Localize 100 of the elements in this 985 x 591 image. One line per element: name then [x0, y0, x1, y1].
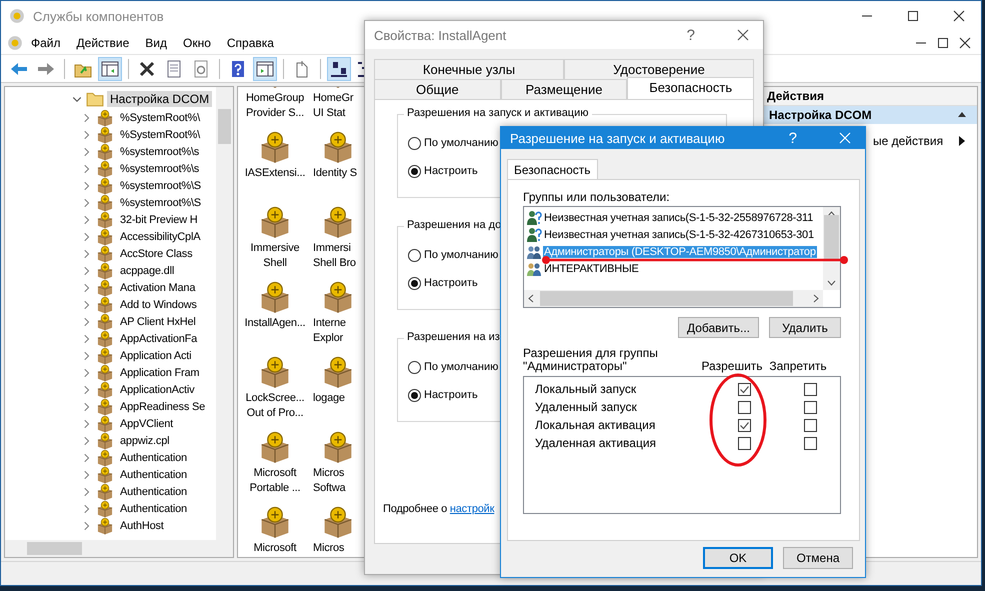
tree-item[interactable]: Authentication	[117, 484, 190, 498]
radio-button[interactable]	[408, 276, 421, 290]
tree-item[interactable]: Add to Windows	[117, 298, 200, 312]
dialog-button[interactable]: Отмена	[783, 547, 853, 569]
radio-button[interactable]	[408, 248, 421, 262]
action-pane-icon[interactable]	[253, 56, 277, 80]
dialog-title: Разрешение на запуск и активацию	[510, 130, 726, 146]
tree-item[interactable]: appwiz.cpl	[117, 434, 172, 448]
tree-item[interactable]: Authentication	[117, 450, 190, 464]
component-label[interactable]: InstallAgen...	[244, 316, 306, 331]
component-label[interactable]: Microsoft Portable ...	[250, 466, 300, 496]
tree-item[interactable]: %systemroot%\S	[117, 196, 204, 210]
component-label[interactable]: HomeGroup Provider S...	[246, 91, 304, 121]
tree-item[interactable]: AccStore Class	[117, 246, 196, 260]
tab[interactable]: Безопасность	[627, 77, 754, 99]
dialog-button[interactable]: OK	[703, 547, 773, 569]
tree-item[interactable]: Authentication	[117, 468, 190, 482]
component-label[interactable]: LockScree... Out of Pro...	[246, 391, 304, 421]
tree-item[interactable]: AppReadiness Se	[117, 400, 208, 414]
component-label[interactable]: Identity S	[313, 166, 357, 181]
tab[interactable]: Размещение	[500, 79, 628, 99]
checkbox[interactable]	[804, 382, 816, 396]
tree-item[interactable]: Activation Mana	[117, 280, 198, 294]
menu-item[interactable]: Действие	[68, 36, 138, 50]
close-icon[interactable]	[735, 27, 751, 43]
tree-item[interactable]: Настройка DCOM	[107, 91, 212, 107]
action-group-header[interactable]: Настройка DCOM	[761, 106, 977, 124]
dialog-button[interactable]: Добавить...	[678, 317, 759, 338]
menu-item[interactable]: Справка	[218, 36, 282, 50]
help-button[interactable]: ?	[686, 26, 695, 44]
radio-label: Настроить	[424, 277, 478, 289]
component-label[interactable]: HomeGr UI Stat	[313, 91, 354, 121]
tree-item[interactable]: %systemroot%\s	[117, 162, 202, 176]
user-list-item[interactable]: Неизвестная учетная запись(S-1-5-32-4267310653-301	[543, 228, 815, 240]
checkbox[interactable]	[738, 436, 750, 450]
checkbox[interactable]	[804, 400, 816, 414]
tree-item[interactable]: %systemroot%\S	[117, 178, 204, 192]
package-icon	[96, 210, 114, 228]
radio-button[interactable]	[408, 388, 421, 402]
component-label[interactable]: logage	[313, 391, 345, 406]
radio-label: По умолчанию	[424, 137, 498, 149]
scroll-left-icon[interactable]	[528, 294, 534, 303]
checkbox[interactable]	[804, 436, 816, 450]
package-icon	[96, 176, 114, 194]
tree-item[interactable]: AuthHost	[117, 518, 167, 532]
tree-item[interactable]: AccessibilityCplA	[117, 230, 204, 244]
large-icons-view-icon[interactable]	[327, 56, 351, 80]
component-label[interactable]: Microsoft	[254, 541, 296, 556]
scrollbar[interactable]	[823, 207, 840, 290]
tree-item[interactable]: acppage.dll	[117, 264, 178, 278]
tree-item[interactable]: %systemroot%\s	[117, 144, 202, 158]
tab[interactable]: Удостоверение	[564, 59, 754, 79]
tree-item[interactable]: Authentication	[117, 502, 190, 516]
component-label[interactable]: Immersive Shell	[250, 241, 300, 271]
scroll-up-icon[interactable]	[827, 211, 836, 217]
tree-item[interactable]: Application Acti	[117, 348, 194, 362]
tree-item[interactable]: Application Fram	[117, 366, 202, 380]
checkbox[interactable]	[738, 418, 750, 432]
help-button[interactable]: ?	[788, 130, 797, 146]
tree-item[interactable]: %SystemRoot%\	[117, 110, 203, 124]
permission-name: Локальный запуск	[535, 382, 638, 396]
component-label[interactable]: Immersi Shell Bro	[313, 241, 356, 271]
component-label[interactable]: Interne Explor	[313, 316, 346, 346]
tab[interactable]: Безопасность	[507, 159, 598, 179]
menu-item[interactable]: Вид	[137, 36, 175, 50]
radio-button[interactable]	[408, 360, 421, 374]
component-label[interactable]: IASExtensi...	[244, 166, 306, 181]
settings-link[interactable]: настройк	[450, 503, 494, 515]
scrollbar[interactable]	[216, 87, 233, 540]
column-header: Запретить	[768, 359, 828, 373]
scroll-down-icon[interactable]	[827, 280, 836, 286]
user-list-item[interactable]: Неизвестная учетная запись(S-1-5-32-2558976728-311	[543, 212, 814, 224]
component-label[interactable]: Micros Softwa	[313, 466, 346, 496]
radio-button[interactable]	[408, 164, 421, 178]
scrollbar[interactable]	[5, 540, 233, 557]
tab[interactable]: Общие	[374, 79, 501, 99]
tree-item[interactable]: AP Client HxHel	[117, 314, 199, 328]
user-list-item[interactable]: ИНТЕРАКТИВНЫЕ	[543, 262, 640, 274]
checkbox[interactable]	[804, 418, 816, 432]
tree-item[interactable]: AppVClient	[117, 416, 176, 430]
dialog-button[interactable]: Удалить	[769, 317, 841, 338]
maximize-icon[interactable]	[905, 8, 921, 24]
dialog-title: Свойства: InstallAgent	[374, 28, 508, 42]
scroll-right-icon[interactable]	[813, 294, 819, 303]
radio-button[interactable]	[408, 136, 421, 150]
tab[interactable]: Конечные узлы	[374, 59, 564, 79]
checkbox[interactable]	[738, 382, 750, 396]
close-icon[interactable]	[951, 8, 967, 24]
menu-item[interactable]: Окно	[175, 36, 219, 50]
menu-item[interactable]: Файл	[23, 36, 69, 50]
checkbox[interactable]	[738, 400, 750, 414]
component-label[interactable]: Micros	[313, 541, 344, 556]
close-icon[interactable]	[957, 34, 973, 50]
collapse-caret-icon[interactable]	[957, 110, 967, 120]
tree-item[interactable]: 32-bit Preview H	[117, 212, 200, 226]
tree-item[interactable]: AppActivationFa	[117, 332, 200, 346]
tree-pane-icon[interactable]	[98, 56, 122, 80]
tree-item[interactable]: %SystemRoot%\	[117, 128, 203, 142]
tree-item[interactable]: ApplicationActiv	[117, 382, 198, 396]
scrollbar[interactable]	[524, 290, 823, 307]
